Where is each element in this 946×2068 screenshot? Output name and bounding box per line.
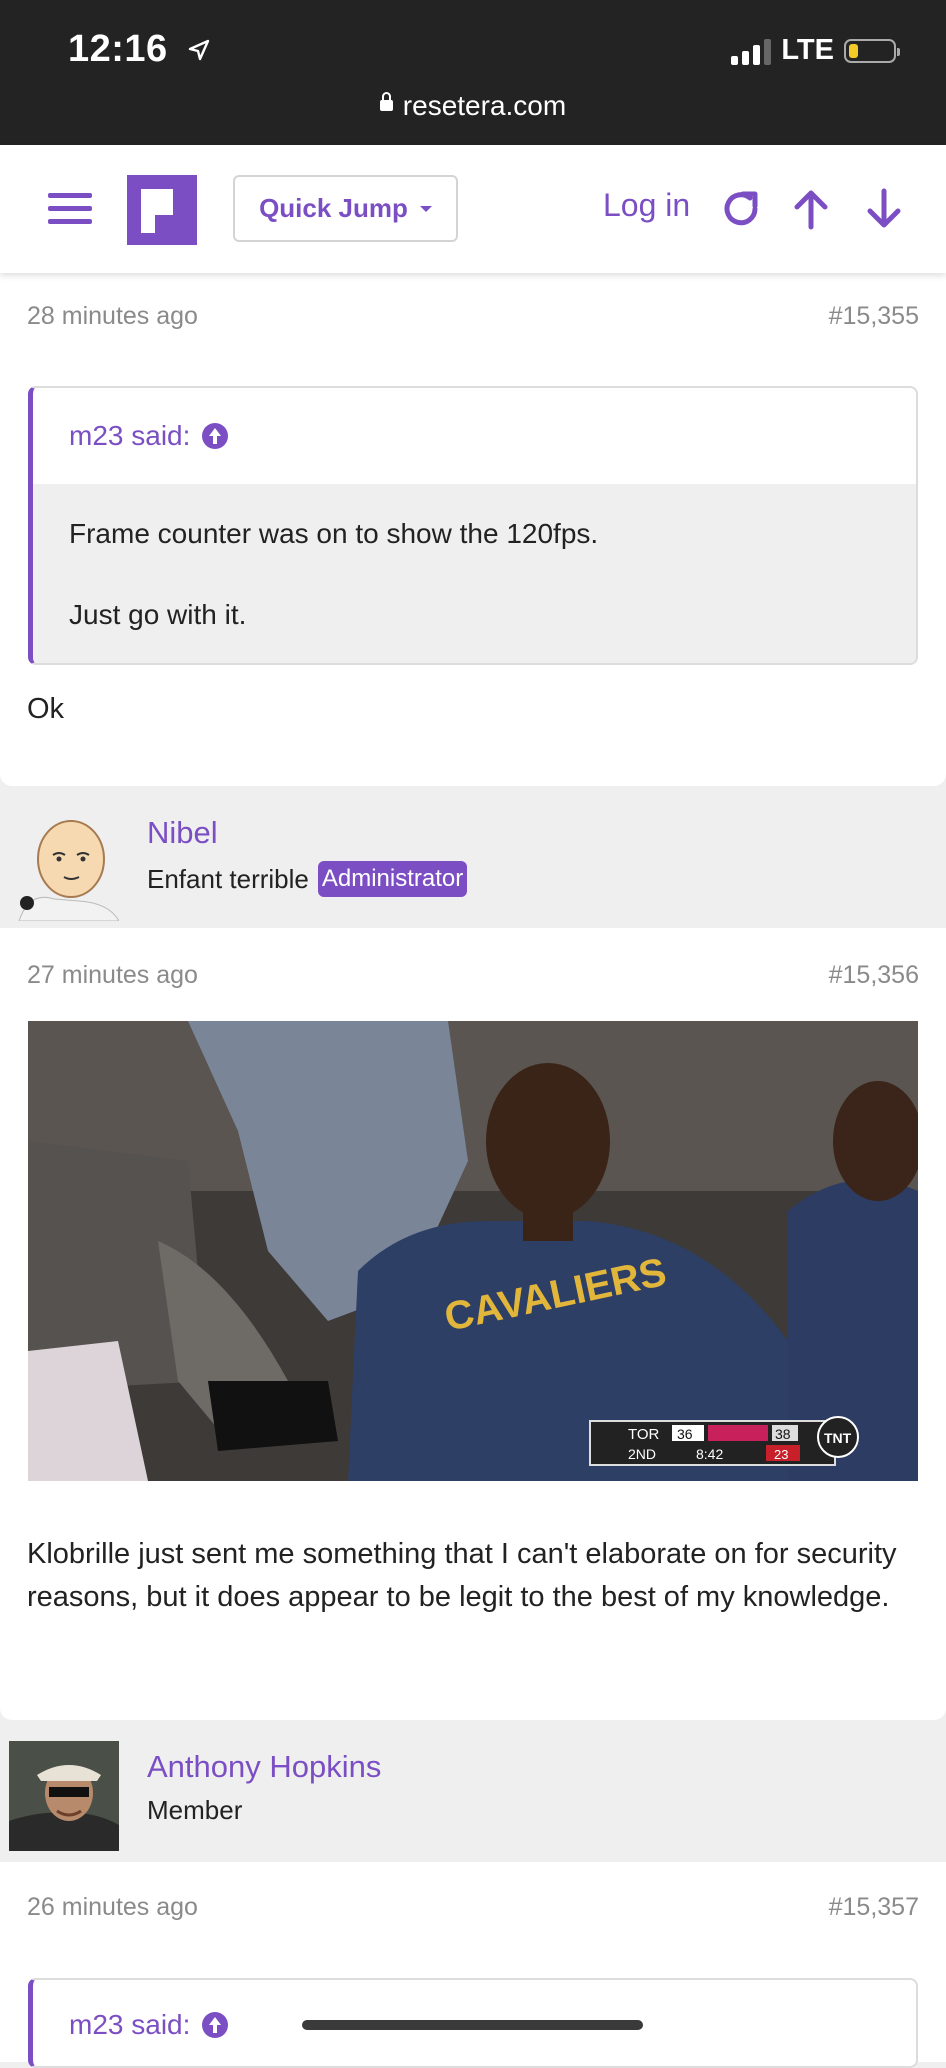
post-time[interactable]: 27 minutes ago [27,961,198,990]
cellular-signal-icon [731,37,772,65]
location-arrow-icon [187,29,211,72]
arrow-circle-up-icon[interactable] [202,423,229,449]
user-title-text: Enfant terrible [147,863,309,894]
caret-down-icon [419,205,432,212]
score-a: 36 [677,1426,693,1442]
score-period: 2ND [628,1446,656,1462]
post-number[interactable]: #15,356 [829,961,919,990]
embedded-gif-image[interactable]: CAVALIERS TOR 36 38 2ND 8:42 23 TNT [28,1021,918,1481]
site-header: Quick Jump Log in [0,145,946,273]
score-clock: 8:42 [696,1446,723,1462]
status-time: 12:16 [68,28,211,72]
post-meta: 26 minutes ago #15,357 [27,1893,919,1922]
battery-icon [844,38,900,63]
score-b: 38 [775,1426,791,1442]
quote-content: Frame counter was on to show the 120fps.… [33,484,916,663]
quote-line: Just go with it. [69,599,247,630]
user-bar: Nibel Enfant terrible Administrator [0,803,946,928]
quote-header[interactable]: m23 said: [33,388,916,484]
network-logo: TNT [824,1430,852,1446]
quick-jump-label: Quick Jump [259,193,408,223]
address-bar[interactable]: resetera.com [0,90,946,122]
user-title: Enfant terrible Administrator [147,861,468,897]
post-time[interactable]: 26 minutes ago [27,1893,198,1922]
quote-author: m23 said: [69,2009,191,2040]
arrow-down-icon[interactable] [860,185,908,233]
quote-author: m23 said: [69,420,191,451]
post-meta: 28 minutes ago #15,355 [27,302,919,331]
post-number[interactable]: #15,355 [829,302,919,331]
quote-block: m23 said: Frame counter was on to show t… [28,386,918,665]
user-title-text: Member [147,1795,243,1825]
score-shotclock: 23 [774,1447,788,1462]
lock-icon [379,92,393,112]
ios-status-bar: 12:16 LTE resetera.com [0,0,946,145]
post-message: Ok [27,693,65,725]
username[interactable]: Nibel [147,815,218,851]
user-title: Member [147,1795,242,1826]
post-number[interactable]: #15,357 [829,1893,919,1922]
user-bar: Anthony Hopkins Member [0,1735,946,1862]
scoreboard-overlay: TOR 36 38 2ND 8:42 23 TNT [589,1416,859,1466]
score-team: TOR [628,1426,660,1443]
domain-text: resetera.com [402,90,567,121]
menu-icon[interactable] [48,193,92,227]
quote-line: Frame counter was on to show the 120fps. [69,518,599,549]
network-type: LTE [781,34,834,66]
home-indicator [302,2020,643,2030]
resetera-logo[interactable] [127,175,197,245]
avatar[interactable] [9,811,119,921]
arrow-circle-up-icon[interactable] [202,2012,229,2038]
post-meta: 27 minutes ago #15,356 [27,961,919,990]
username[interactable]: Anthony Hopkins [147,1749,381,1785]
status-indicators: LTE [731,34,900,67]
login-link[interactable]: Log in [603,187,690,224]
avatar[interactable] [9,1741,119,1851]
post-time[interactable]: 28 minutes ago [27,302,198,331]
arrow-up-icon[interactable] [787,185,835,233]
refresh-icon[interactable] [717,185,765,233]
quick-jump-button[interactable]: Quick Jump [233,175,458,242]
post-message: Klobrille just sent me something that I … [27,1538,897,1613]
admin-badge: Administrator [317,861,468,897]
